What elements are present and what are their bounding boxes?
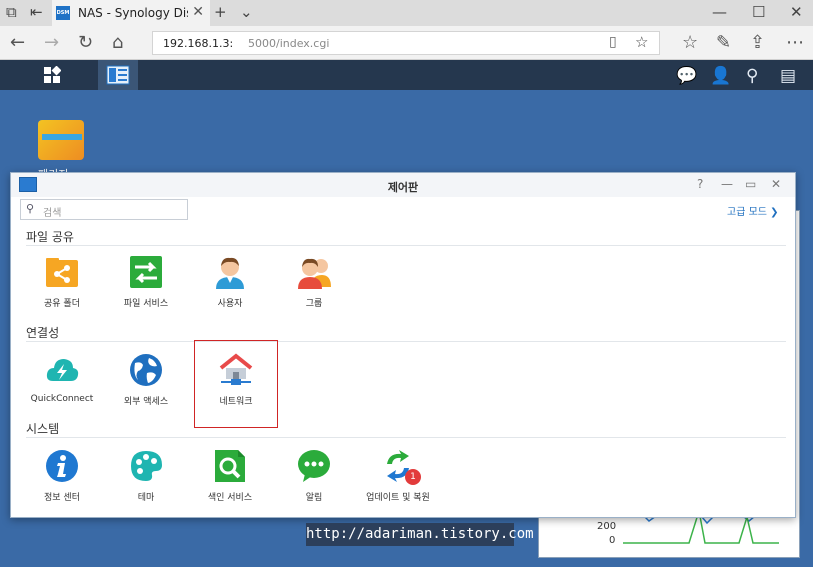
theme-icon [129,449,163,483]
item-quickconnect[interactable]: QuickConnect [17,353,107,404]
window-minimize-icon[interactable]: — [712,3,727,21]
taskbar-control-panel-button[interactable] [98,60,138,90]
close-icon[interactable]: ✕ [771,177,781,191]
main-menu-button[interactable] [32,60,72,90]
browser-nav-bar: ← → ↻ ⌂ 192.168.1.3: 5000/index.cgi ▯ ☆ … [0,26,813,60]
back-icon[interactable]: ← [10,32,25,53]
item-network[interactable]: 네트워크 [194,340,278,428]
search-input[interactable]: ⚲ 검색 [20,199,188,220]
url-host: 192.168.1.3: [163,37,234,50]
refresh-icon[interactable]: ↻ [78,32,93,53]
maximize-icon[interactable]: ▭ [745,177,756,191]
tab-actions-icon[interactable]: ⧉ [6,3,17,21]
item-label: QuickConnect [30,394,94,404]
update-count-badge: 1 [405,469,421,485]
web-note-icon[interactable]: ✎ [716,32,731,53]
browser-tab-active[interactable]: DSM NAS - Synology DiskSta ✕ [52,0,210,26]
window-close-icon[interactable]: ✕ [790,3,803,21]
main-menu-icon [44,66,61,83]
dsm-taskbar: 💬 👤 ⚲ ▤ [0,60,813,90]
control-panel-icon [106,65,130,85]
new-tab-icon[interactable]: + [214,3,227,21]
item-update-restore[interactable]: 1 업데이트 및 복원 [353,449,443,503]
advanced-mode-link[interactable]: 고급 모드 ❯ [727,203,779,218]
share-icon[interactable]: ⇪ [750,32,765,53]
info-center-icon [45,449,79,483]
more-icon[interactable]: ⋯ [786,32,804,53]
window-header[interactable]: 제어판 ? — ▭ ✕ [11,173,795,197]
group-icon [297,255,331,289]
favorite-star-icon[interactable]: ☆ [635,33,648,51]
minimize-icon[interactable]: — [721,177,733,191]
item-shared-folder[interactable]: 공유 폴더 [17,255,107,309]
address-bar[interactable]: 192.168.1.3: 5000/index.cgi ▯ ☆ [152,31,660,55]
item-label: 그룹 [305,299,323,309]
section-divider [26,341,786,342]
axis-label-200: 200 [597,521,617,532]
widgets-icon[interactable]: ▤ [780,66,796,86]
search-icon[interactable]: ⚲ [746,66,758,86]
item-label: 알림 [305,493,323,503]
item-external-access[interactable]: 외부 액세스 [101,353,191,407]
item-label: 테마 [137,493,155,503]
set-aside-tabs-icon[interactable]: ⇤ [30,3,43,21]
item-label: 정보 센터 [44,493,80,503]
item-label: 사용자 [217,299,243,309]
reading-view-icon[interactable]: ▯ [609,34,617,50]
axis-label-0: 0 [609,535,616,546]
section-divider [26,245,786,246]
tab-title: NAS - Synology DiskSta [78,6,188,20]
help-icon[interactable]: ? [697,177,703,191]
section-title-connectivity: 연결성 [26,326,60,340]
item-label: 색인 서비스 [207,493,253,503]
search-placeholder: 검색 [43,208,62,219]
item-label: 공유 폴더 [44,299,80,309]
search-icon: ⚲ [26,202,35,215]
external-access-icon [129,353,163,387]
item-group[interactable]: 그룹 [269,255,359,309]
quickconnect-icon [45,353,79,387]
chat-icon[interactable]: 💬 [676,66,697,86]
browser-tab-bar: ⧉ ⇤ DSM NAS - Synology DiskSta ✕ + ⌄ — ☐… [0,0,813,26]
item-info-center[interactable]: 정보 센터 [17,449,107,503]
file-services-icon [129,255,163,289]
watermark-text: http://adariman.tistory.com [306,523,534,546]
item-label: 업데이트 및 복원 [366,493,430,503]
dsm-favicon-icon: DSM [56,6,70,20]
forward-icon[interactable]: → [44,32,59,53]
indexing-service-icon [213,449,247,483]
user-icon [213,255,247,289]
window-maximize-icon[interactable]: ☐ [752,3,765,21]
item-theme[interactable]: 테마 [101,449,191,503]
section-title-system: 시스템 [26,422,60,436]
update-restore-icon: 1 [381,449,421,485]
url-path: 5000/index.cgi [248,37,330,50]
item-user[interactable]: 사용자 [185,255,275,309]
tab-close-icon[interactable]: ✕ [192,4,204,20]
item-label: 네트워크 [219,397,253,407]
section-title-file-sharing: 파일 공유 [26,230,74,244]
network-icon [219,353,253,387]
home-icon[interactable]: ⌂ [112,32,123,53]
control-panel-window: 제어판 ? — ▭ ✕ ⚲ 검색 고급 모드 ❯ 파일 공유 공유 폴더 파일 … [10,172,796,518]
item-label: 파일 서비스 [123,299,169,309]
favorites-hub-icon[interactable]: ☆ [682,32,698,53]
item-label: 외부 액세스 [123,397,169,407]
tab-list-icon[interactable]: ⌄ [240,3,253,21]
user-account-icon[interactable]: 👤 [710,66,731,86]
window-title: 제어판 [387,181,419,194]
section-divider [26,437,786,438]
item-indexing-service[interactable]: 색인 서비스 [185,449,275,503]
package-center-icon [38,120,84,160]
item-file-services[interactable]: 파일 서비스 [101,255,191,309]
notification-icon [297,449,331,483]
shared-folder-icon [45,255,79,289]
package-center-shortcut[interactable] [36,112,86,162]
item-notification[interactable]: 알림 [269,449,359,503]
